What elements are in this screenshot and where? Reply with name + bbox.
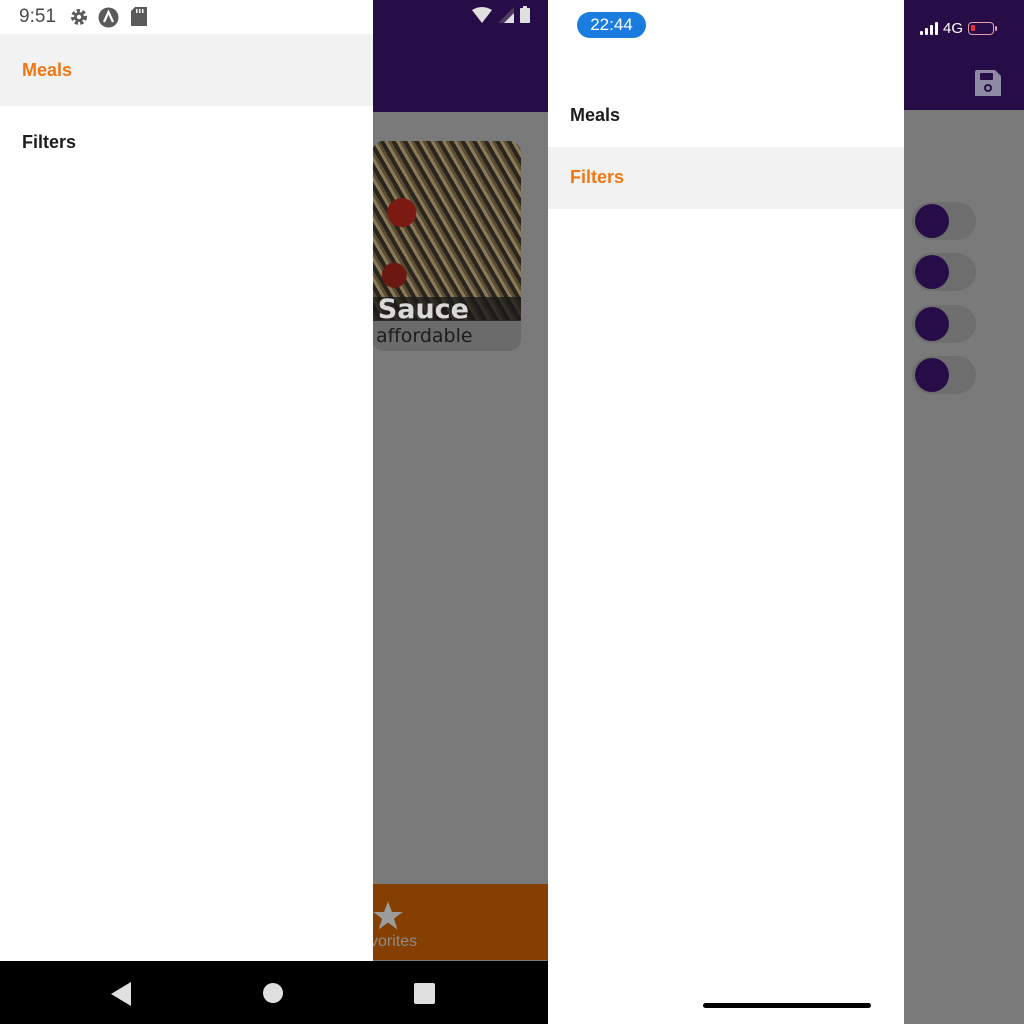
drawer-item-label: Filters — [22, 132, 77, 152]
android-screen: o Sauce affordable vorites Meals Filters… — [0, 0, 548, 1024]
drawer-item-filters[interactable]: Filters — [0, 106, 373, 178]
android-status-bar: 9:51 — [0, 0, 548, 34]
ios-status-icons: 4G — [920, 20, 998, 37]
meal-title-bar: o Sauce — [372, 294, 521, 325]
filter-switch-2[interactable] — [912, 253, 976, 291]
drawer-item-label: Meals — [570, 105, 621, 125]
network-type: 4G — [943, 20, 964, 37]
bottom-tab-bar: vorites — [372, 884, 548, 960]
drawer-item-label: Filters — [570, 167, 625, 187]
status-time: 9:51 — [19, 6, 56, 27]
meal-title: o Sauce — [372, 294, 469, 325]
recents-icon[interactable] — [414, 983, 435, 1004]
switch-knob — [915, 255, 949, 289]
battery-icon — [968, 22, 998, 35]
filter-switch-1[interactable] — [912, 202, 976, 240]
sd-card-icon — [131, 7, 147, 26]
navigation-drawer: 22:44 Meals Filters — [548, 0, 904, 1024]
drawer-item-meals[interactable]: Meals — [548, 85, 904, 147]
switch-knob — [915, 307, 949, 341]
filter-switch-3[interactable] — [912, 305, 976, 343]
app-a-icon — [98, 7, 119, 28]
navigation-drawer: Meals Filters — [0, 0, 373, 961]
meal-card[interactable]: o Sauce affordable — [372, 141, 521, 351]
drawer-item-label: Meals — [22, 60, 73, 80]
back-icon[interactable] — [110, 981, 132, 1007]
drawer-item-meals[interactable]: Meals — [0, 34, 373, 106]
drawer-item-filters[interactable]: Filters — [548, 147, 904, 209]
android-nav-bar — [0, 961, 548, 1024]
home-icon[interactable] — [262, 982, 284, 1004]
settings-icon — [71, 9, 87, 25]
ios-screen: 4G 22:44 Meals Filters — [548, 0, 1024, 1024]
home-indicator[interactable] — [703, 1003, 871, 1008]
filter-switch-4[interactable] — [912, 356, 976, 394]
cellular-signal-icon — [920, 22, 938, 35]
tab-favorites-label[interactable]: vorites — [372, 933, 417, 951]
switch-knob — [915, 358, 949, 392]
switch-knob — [915, 204, 949, 238]
meal-affordability: affordable — [376, 325, 473, 347]
save-icon[interactable] — [974, 69, 1002, 97]
star-icon[interactable] — [372, 900, 404, 932]
status-time: 22:44 — [577, 12, 646, 38]
